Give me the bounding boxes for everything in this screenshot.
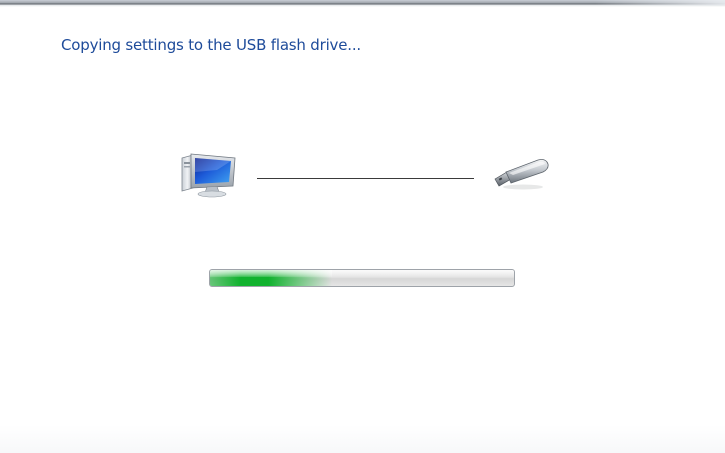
copy-progress-bar (209, 269, 515, 287)
copy-settings-wizard-page: Copying settings to the USB flash drive.… (0, 0, 725, 453)
computer-icon (181, 153, 236, 198)
connection-line (257, 178, 474, 179)
top-divider (0, 0, 725, 7)
usb-flash-drive-icon (494, 159, 549, 190)
page-title: Copying settings to the USB flash drive.… (61, 36, 361, 54)
